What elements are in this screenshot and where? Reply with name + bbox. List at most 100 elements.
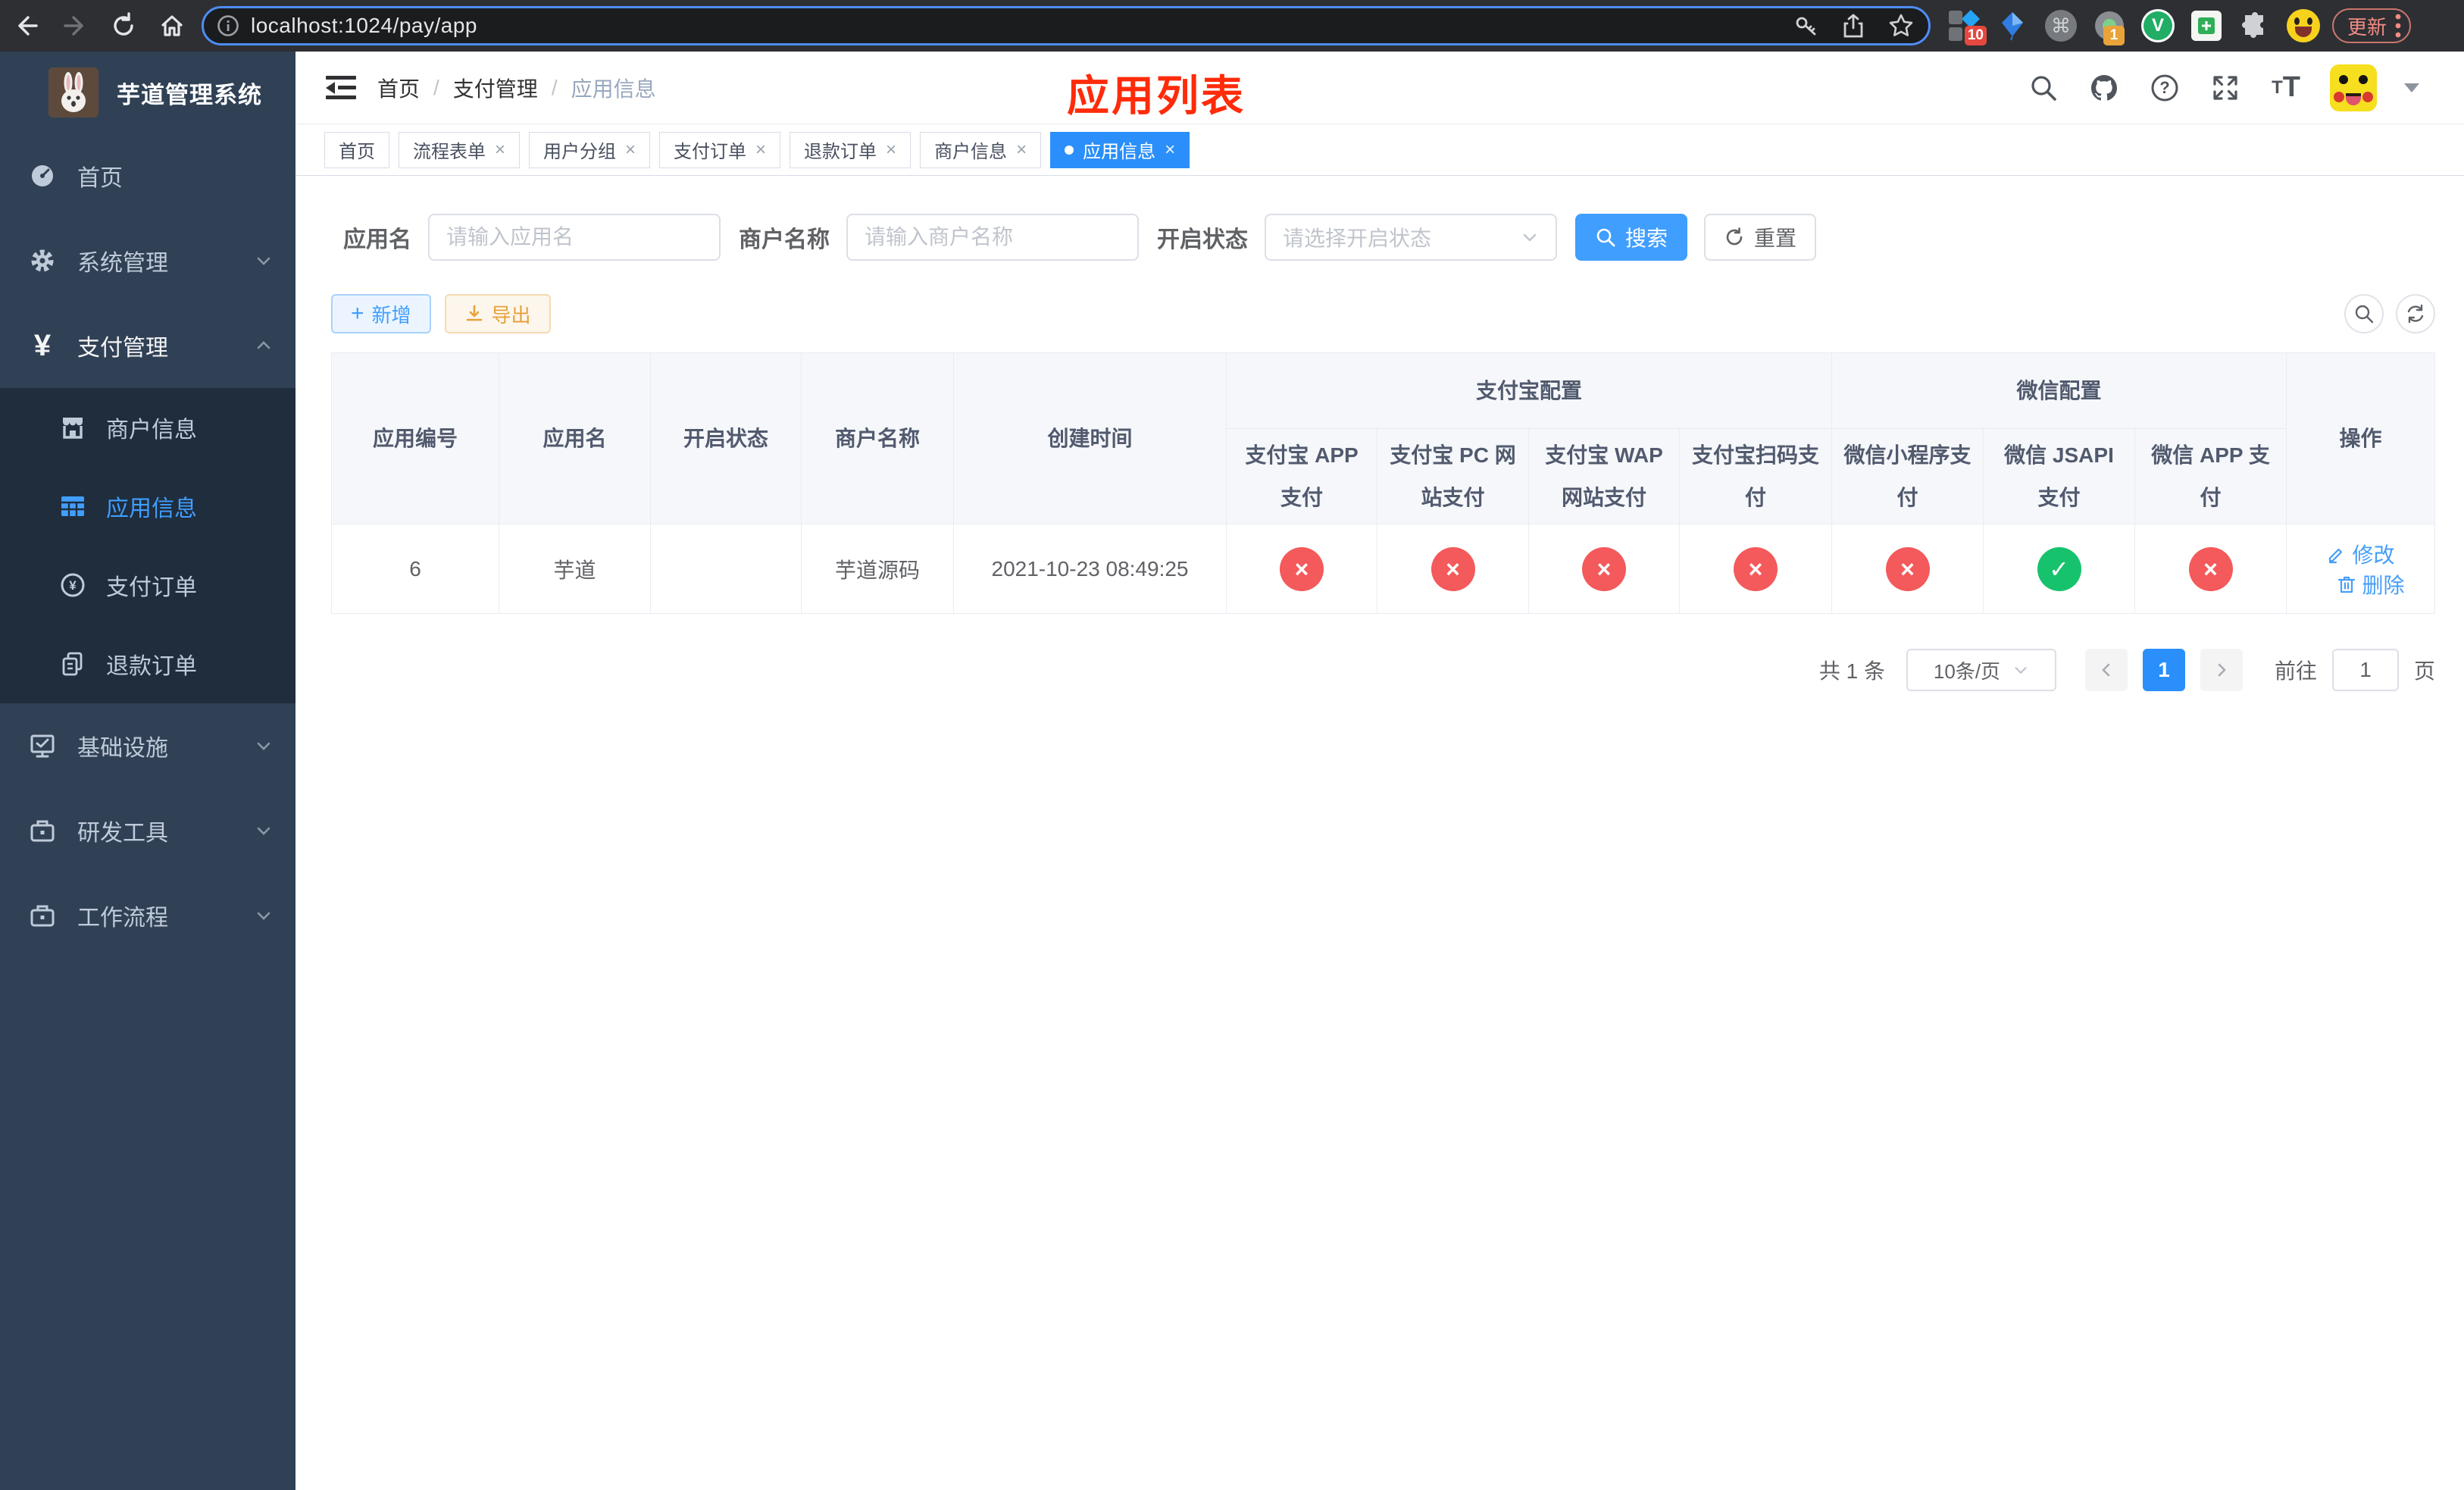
- tags-view: 首页 流程表单 × 用户分组 × 支付订单 × 退款订单 × 商户信息 × 应用信息 ×: [295, 124, 2464, 176]
- password-key-icon[interactable]: [1793, 13, 1819, 39]
- tab-close-icon[interactable]: ×: [625, 140, 636, 159]
- table-toolbar: + 新增 导出: [331, 294, 2436, 333]
- refresh-button[interactable]: [2396, 294, 2436, 333]
- next-page-button[interactable]: [2200, 649, 2243, 691]
- app-table: 应用编号 应用名 开启状态 商户名称 创建时间 支付宝配置 微信配置 操作 支付…: [331, 352, 2436, 614]
- status-alipay-app: ×: [1280, 546, 1324, 591]
- site-info-icon[interactable]: [216, 14, 240, 38]
- col-header-wx-app: 微信 APP 支付: [2134, 428, 2287, 524]
- tag-pay-order[interactable]: 支付订单 ×: [659, 131, 781, 168]
- browser-menu-icon[interactable]: [2394, 13, 2402, 39]
- sidebar-item-workflow[interactable]: 工作流程: [0, 873, 295, 958]
- status-wx-jsapi: ✓: [2037, 546, 2081, 591]
- sidebar-item-infrastructure[interactable]: 基础设施: [0, 703, 295, 788]
- store-icon: [59, 415, 86, 440]
- select-chevron-icon: [1523, 233, 1537, 242]
- url-text: localhost:1024/pay/app: [251, 14, 477, 37]
- extension-pin-icon[interactable]: 10: [1947, 9, 1987, 45]
- tag-refund-order[interactable]: 退款订单 ×: [790, 131, 911, 168]
- svg-text:?: ?: [2159, 78, 2169, 97]
- tag-user-group[interactable]: 用户分组 ×: [529, 131, 651, 168]
- search-icon[interactable]: [2027, 71, 2060, 105]
- chevron-down-icon: [257, 827, 270, 835]
- search-button-icon: [1596, 228, 1615, 247]
- goto-page-input[interactable]: [2332, 649, 2399, 691]
- app-logo-row[interactable]: 芋道管理系统: [0, 52, 295, 133]
- tag-app-info[interactable]: 应用信息 ×: [1050, 131, 1190, 168]
- cell-enabled: [650, 524, 802, 614]
- select-chevron-icon: [2015, 667, 2027, 675]
- breadcrumb-home[interactable]: 首页: [377, 73, 420, 103]
- breadcrumb-pay[interactable]: 支付管理: [453, 73, 538, 103]
- tab-close-icon[interactable]: ×: [1165, 140, 1175, 159]
- reset-button[interactable]: 重置: [1704, 214, 1816, 261]
- edit-link[interactable]: 修改: [2327, 539, 2395, 569]
- search-button[interactable]: 搜索: [1575, 214, 1687, 261]
- vue-devtools-icon[interactable]: V: [2141, 9, 2175, 42]
- merchant-name-label: 商户名称: [739, 227, 830, 252]
- sidebar-item-pay[interactable]: ¥ 支付管理: [0, 303, 295, 388]
- github-icon[interactable]: [2087, 71, 2121, 105]
- sidebar-item-home[interactable]: 首页: [0, 133, 295, 218]
- tag-process-form[interactable]: 流程表单 ×: [399, 131, 521, 168]
- sidebar-item-pay-order[interactable]: ¥ 支付订单: [0, 546, 295, 624]
- cell-actions: 修改 删除: [2286, 524, 2436, 614]
- breadcrumb-current: 应用信息: [571, 77, 656, 101]
- tab-close-icon[interactable]: ×: [495, 140, 505, 159]
- page-size-select[interactable]: 10条/页: [1906, 649, 2056, 691]
- tab-close-icon[interactable]: ×: [886, 140, 896, 159]
- add-button[interactable]: + 新增: [331, 294, 431, 333]
- status-select[interactable]: 请选择开启状态: [1265, 214, 1557, 261]
- status-alipay-pc: ×: [1431, 546, 1475, 591]
- extension-kite-icon[interactable]: [1996, 9, 2029, 42]
- bookmark-star-icon[interactable]: [1887, 12, 1915, 39]
- address-bar[interactable]: localhost:1024/pay/app: [202, 6, 1931, 45]
- col-header-merchant: 商户名称: [801, 352, 954, 524]
- page-number-1[interactable]: 1: [2142, 649, 2185, 691]
- cell-name: 芋道: [499, 524, 651, 614]
- sidebar-item-app-info[interactable]: 应用信息: [0, 467, 295, 546]
- browser-forward-icon[interactable]: [56, 7, 94, 45]
- extension-command-icon[interactable]: ⌘: [2044, 9, 2078, 42]
- update-button[interactable]: 更新: [2332, 8, 2412, 43]
- help-icon[interactable]: ?: [2148, 71, 2181, 105]
- merchant-name-input[interactable]: [846, 214, 1139, 261]
- refresh-cycle-icon: [2407, 304, 2424, 324]
- avatar-caret-icon[interactable]: [2404, 83, 2420, 92]
- browser-back-icon[interactable]: [8, 7, 45, 45]
- sidebar-item-dev-tools[interactable]: 研发工具: [0, 788, 295, 873]
- active-dot: [1065, 145, 1074, 155]
- col-header-alipay-app: 支付宝 APP 支付: [1226, 428, 1377, 524]
- delete-link[interactable]: 删除: [2337, 569, 2405, 599]
- extension-recorder-icon[interactable]: 1: [2093, 9, 2126, 45]
- tag-home[interactable]: 首页: [324, 131, 389, 168]
- browser-profile-avatar[interactable]: [2287, 9, 2320, 42]
- table-row: 6 芋道 芋道源码 2021-10-23 08:49:25 × × × × × …: [331, 524, 2436, 614]
- toggle-search-button[interactable]: [2344, 294, 2384, 333]
- app-logo: [48, 67, 98, 117]
- sidebar-item-refund-order[interactable]: 退款订单: [0, 624, 295, 703]
- share-icon[interactable]: [1840, 13, 1866, 39]
- tab-close-icon[interactable]: ×: [1016, 140, 1027, 159]
- browser-reload-icon[interactable]: [105, 7, 142, 45]
- font-size-icon[interactable]: TT: [2269, 71, 2303, 105]
- user-avatar[interactable]: [2330, 64, 2378, 111]
- prev-page-button[interactable]: [2084, 649, 2128, 691]
- extensions-puzzle-icon[interactable]: [2238, 9, 2272, 42]
- dashboard-icon: [27, 162, 58, 189]
- page-content: 应用名 商户名称 开启状态 请选择开启状态 搜索 重置: [295, 176, 2464, 1490]
- col-header-created: 创建时间: [953, 352, 1227, 524]
- col-header-enabled: 开启状态: [650, 352, 802, 524]
- tag-merchant-info[interactable]: 商户信息 ×: [920, 131, 1042, 168]
- tab-close-icon[interactable]: ×: [755, 140, 766, 159]
- browser-home-icon[interactable]: [153, 7, 191, 45]
- sidebar-item-system[interactable]: 系统管理: [0, 218, 295, 303]
- fullscreen-icon[interactable]: [2209, 71, 2242, 105]
- col-header-wx-jsapi: 微信 JSAPI 支付: [1983, 428, 2136, 524]
- export-button[interactable]: 导出: [444, 294, 551, 333]
- extension-sheet-icon[interactable]: [2190, 9, 2223, 42]
- app-name-input[interactable]: [428, 214, 721, 261]
- edit-pencil-icon: [2328, 548, 2342, 563]
- sidebar-item-merchant-info[interactable]: 商户信息: [0, 388, 295, 467]
- sidebar-collapse-icon[interactable]: [326, 75, 356, 101]
